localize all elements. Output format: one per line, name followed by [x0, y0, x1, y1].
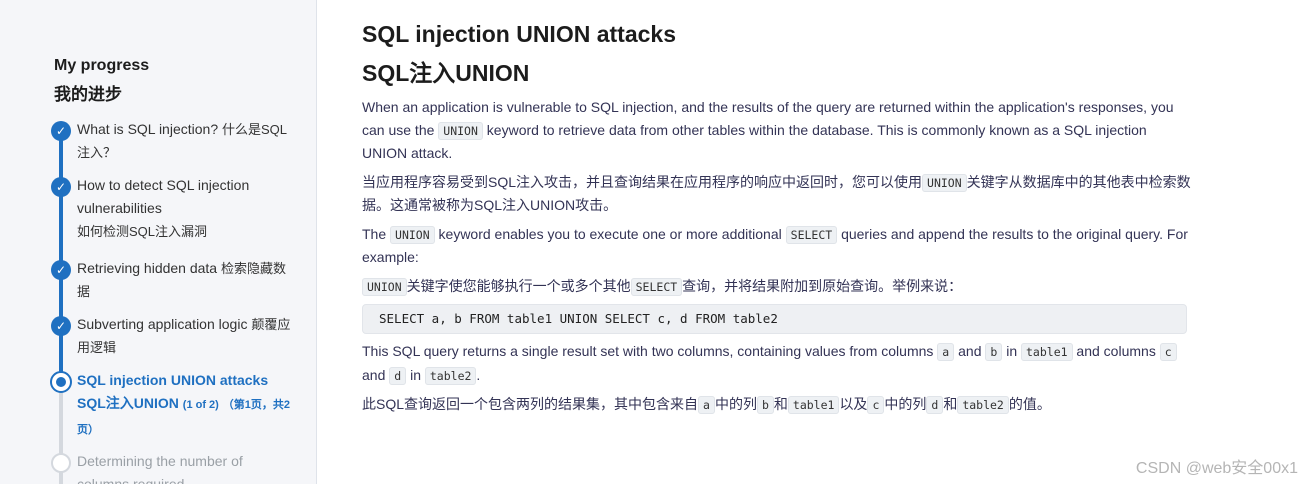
current-step-icon — [50, 371, 72, 393]
future-step-icon — [51, 453, 71, 473]
watermark: CSDN @web安全00x1 — [1135, 460, 1298, 477]
progress-title-cn: 我的进步 — [54, 85, 122, 104]
sql-code-block: SELECT a, b FROM table1 UNION SELECT c, … — [362, 304, 1187, 334]
step-label: What is SQL injection? — [77, 121, 219, 137]
select-code: SELECT — [630, 277, 683, 296]
union-paragraph-cn: UNION 关键字使您能够执行一个或多个其他 SELECT 查询，并将结果附加到原始查… — [362, 275, 1192, 299]
page-title: SQL injection UNION attacks — [362, 21, 676, 47]
progress-track-completed — [59, 131, 63, 385]
union-code: UNION — [362, 277, 407, 296]
article-content: SQL injection UNION attacks SQL注入UNION W… — [362, 18, 1192, 417]
step-label: Subverting application logic — [77, 316, 248, 332]
explanation-paragraph: This SQL query returns a single result s… — [362, 340, 1192, 387]
union-code: UNION — [438, 121, 483, 140]
sidebar-step-detect[interactable]: How to detect SQL injection vulnerabilit… — [77, 174, 292, 243]
sidebar-step-union-current[interactable]: SQL injection UNION attacks SQL注入UNION (… — [77, 369, 292, 442]
check-icon: ✓ — [51, 316, 71, 336]
union-code: UNION — [922, 173, 967, 192]
union-code: UNION — [390, 225, 435, 244]
sidebar-step-what-is-sqli[interactable]: What is SQL injection? 什么是SQL注入？ — [77, 118, 292, 164]
sidebar-step-logic[interactable]: Subverting application logic 颠覆应用逻辑 — [77, 313, 292, 359]
union-paragraph: The UNION keyword enables you to execute… — [362, 225, 1188, 265]
sidebar-step-columns[interactable]: Determining the number of columns requir… — [77, 450, 292, 484]
step-page: (1 of 2) — [182, 399, 219, 411]
step-label: Retrieving hidden data — [77, 260, 218, 276]
progress-sidebar: My progress 我的进步 ✓ What is SQL injection… — [0, 0, 317, 484]
progress-title: My progress — [54, 57, 150, 74]
sidebar-step-hidden-data[interactable]: Retrieving hidden data 检索隐藏数据 — [77, 257, 292, 303]
step-label: Determining the number of columns requir… — [77, 453, 243, 484]
step-label-cn: 如何检测SQL注入漏洞 — [77, 224, 208, 239]
step-label-cn: SQL注入UNION — [77, 395, 179, 411]
check-icon: ✓ — [51, 177, 71, 197]
explanation-paragraph-cn: 此SQL查询返回一个包含两列的结果集，其中包含来自 a 中的列 b 和 table1 以及 c… — [362, 396, 1051, 414]
page-title-cn: SQL注入UNION — [362, 60, 530, 86]
check-icon: ✓ — [51, 121, 71, 141]
intro-paragraph: When an application is vulnerable to SQL… — [362, 99, 1174, 161]
step-label: SQL injection UNION attacks — [77, 372, 269, 388]
check-icon: ✓ — [51, 260, 71, 280]
intro-paragraph-cn: 当应用程序容易受到SQL注入攻击，并且查询结果在应用程序的响应中返回时，您可以使… — [362, 173, 1191, 213]
select-code: SELECT — [785, 225, 838, 244]
step-label: How to detect SQL injection vulnerabilit… — [77, 177, 250, 216]
